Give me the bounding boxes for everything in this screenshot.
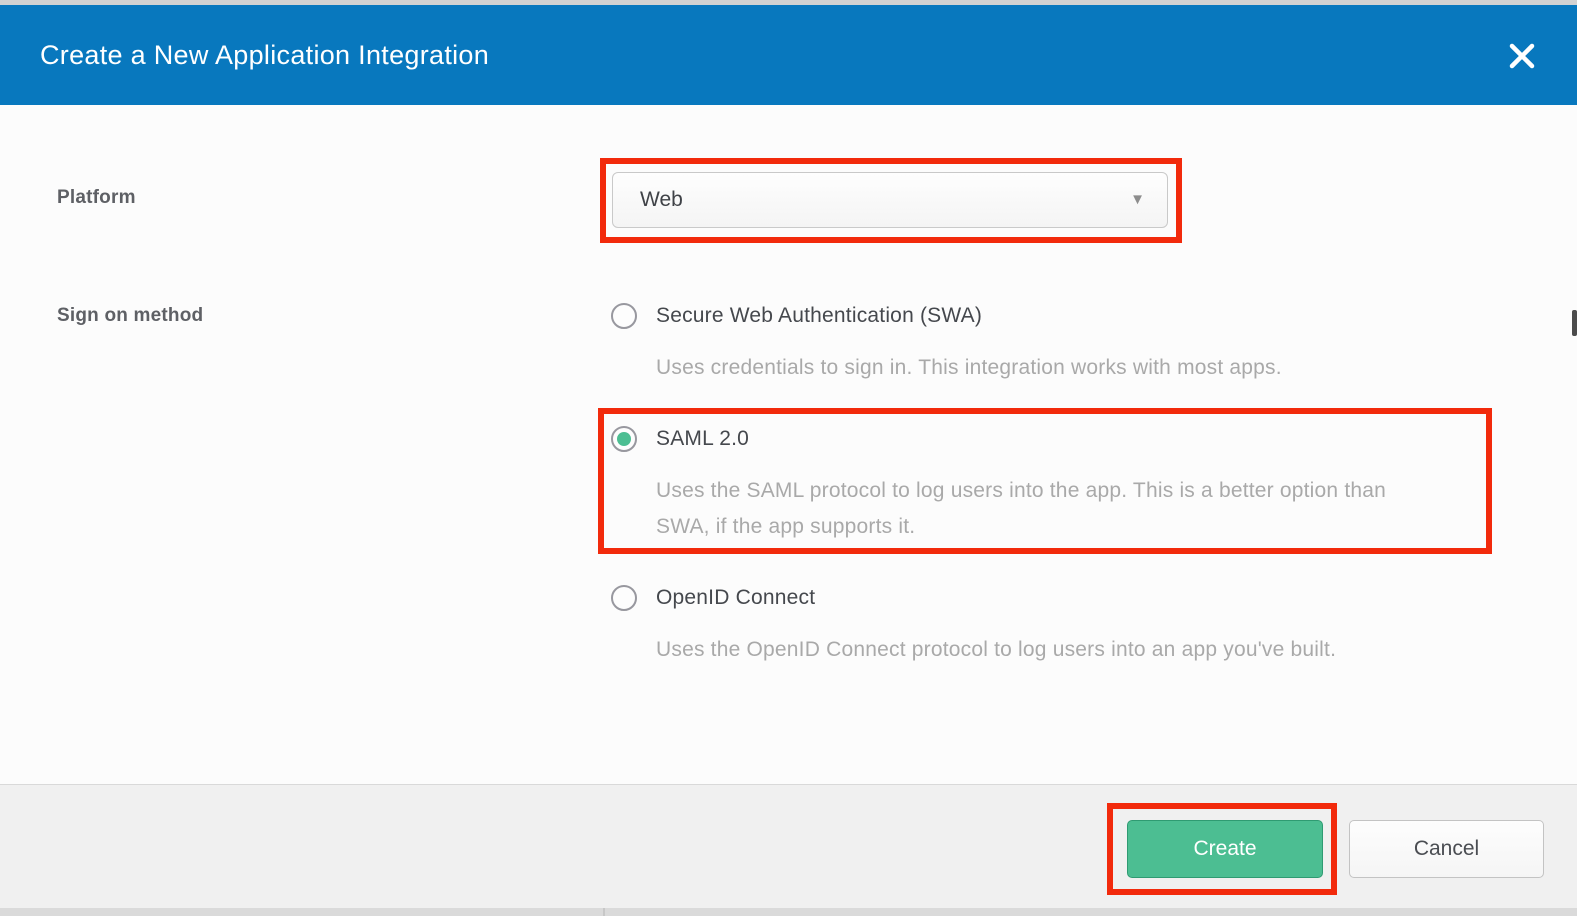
radio-dot	[617, 432, 631, 446]
radio-dot	[617, 591, 631, 605]
chevron-down-icon: ▼	[1130, 173, 1145, 227]
platform-dropdown[interactable]: Web ▼	[612, 172, 1168, 228]
page-seam	[603, 908, 605, 916]
radio-dot	[617, 309, 631, 323]
radio-button-icon[interactable]	[611, 585, 637, 611]
radio-option-label: SAML 2.0	[656, 426, 749, 452]
sign-on-method-label: Sign on method	[57, 305, 203, 327]
radio-option-label: Secure Web Authentication (SWA)	[656, 303, 982, 329]
radio-option-description: Uses the OpenID Connect protocol to log …	[656, 632, 1336, 668]
close-icon[interactable]	[1507, 41, 1537, 71]
create-app-integration-dialog: Create a New Application Integration Pla…	[0, 0, 1577, 916]
platform-label: Platform	[57, 187, 136, 209]
radio-option-description: Uses the SAML protocol to log users into…	[656, 473, 1416, 545]
radio-option-label: OpenID Connect	[656, 585, 815, 611]
radio-option-swa[interactable]: Secure Web Authentication (SWA) Uses cre…	[611, 303, 1441, 393]
radio-option-description: Uses credentials to sign in. This integr…	[656, 350, 1282, 386]
radio-option-saml[interactable]: SAML 2.0 Uses the SAML protocol to log u…	[611, 426, 1471, 546]
radio-button-icon[interactable]	[611, 426, 637, 452]
radio-option-openid[interactable]: OpenID Connect Uses the OpenID Connect p…	[611, 585, 1471, 675]
platform-dropdown-value: Web	[640, 173, 683, 227]
dialog-header: Create a New Application Integration	[0, 5, 1577, 105]
cancel-button[interactable]: Cancel	[1349, 820, 1544, 878]
create-button[interactable]: Create	[1127, 820, 1323, 878]
scrollbar-thumb[interactable]	[1572, 310, 1577, 336]
dialog-title: Create a New Application Integration	[40, 5, 489, 105]
page-bottom-edge	[0, 908, 1577, 916]
dialog-footer	[0, 784, 1577, 908]
radio-button-icon[interactable]	[611, 303, 637, 329]
